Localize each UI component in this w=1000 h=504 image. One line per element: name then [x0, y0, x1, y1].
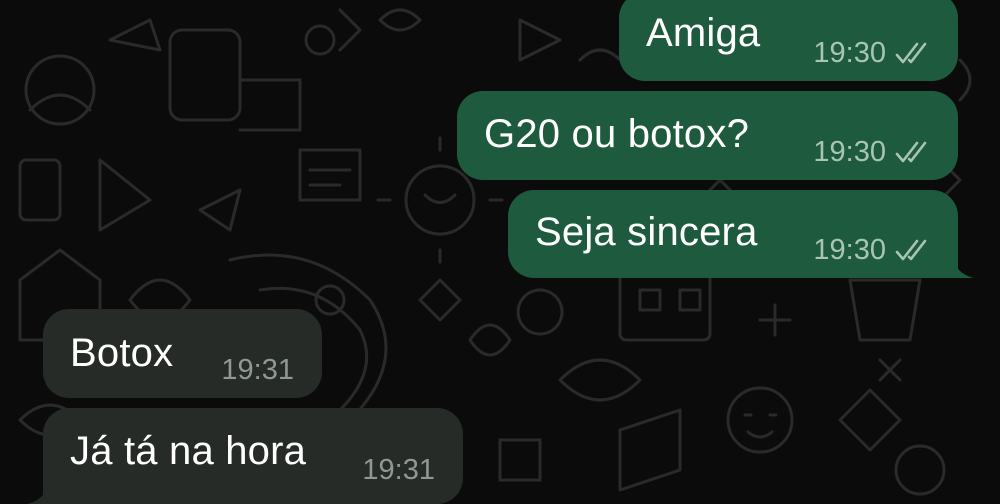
double-check-icon: [895, 239, 927, 261]
chat-thread: Amiga 19:30 G20 ou botox? 19:30 Seja sin…: [0, 0, 1000, 504]
message-text: Seja sincera: [535, 210, 758, 254]
incoming-message[interactable]: Botox 19:31: [43, 309, 322, 398]
message-text: Já tá na hora: [70, 429, 307, 473]
message-time: 19:31: [362, 454, 435, 486]
double-check-icon: [895, 141, 927, 163]
message-text: G20 ou botox?: [484, 112, 750, 156]
bubble-tail: [27, 482, 49, 504]
message-meta: 19:30: [813, 37, 934, 69]
message-time: 19:31: [221, 354, 294, 386]
message-text: Botox: [70, 331, 174, 375]
message-meta: 19:30: [813, 234, 934, 266]
outgoing-message[interactable]: Amiga 19:30: [619, 0, 958, 81]
bubble-tail: [952, 256, 974, 278]
message-text: Amiga: [646, 11, 761, 55]
incoming-message[interactable]: Já tá na hora 19:31: [43, 408, 463, 504]
double-check-icon: [895, 42, 927, 64]
message-meta: 19:31: [362, 454, 435, 486]
message-meta: 19:31: [221, 354, 294, 386]
message-meta: 19:30: [813, 136, 934, 168]
message-time: 19:30: [813, 37, 886, 69]
outgoing-message[interactable]: G20 ou botox? 19:30: [457, 91, 958, 180]
message-time: 19:30: [813, 234, 886, 266]
outgoing-message[interactable]: Seja sincera 19:30: [508, 190, 958, 278]
message-time: 19:30: [813, 136, 886, 168]
